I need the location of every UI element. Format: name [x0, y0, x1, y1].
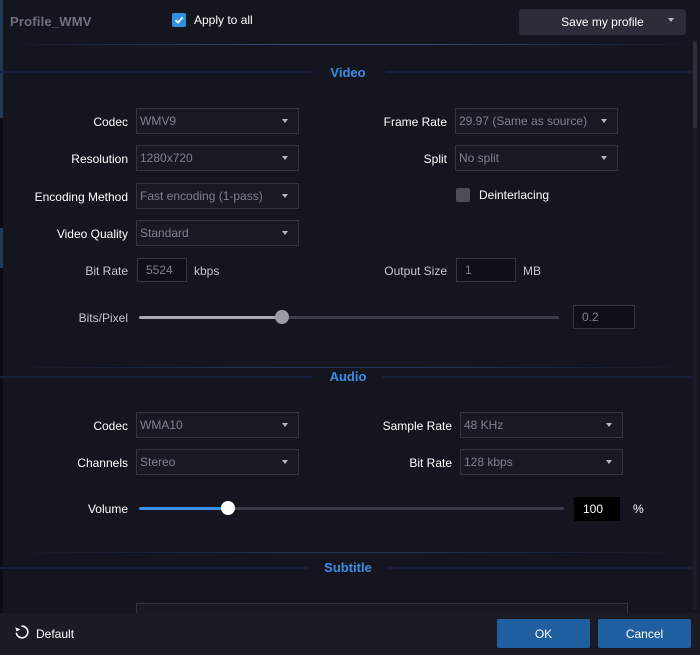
left-edge-accent — [0, 0, 3, 118]
section-bar-left — [0, 376, 312, 378]
section-bar-left — [0, 71, 312, 73]
cancel-button[interactable]: Cancel — [598, 619, 691, 648]
apply-to-all-label: Apply to all — [194, 13, 253, 27]
bits-pixel-input[interactable]: 0.2 — [573, 305, 635, 329]
volume-label: Volume — [87, 502, 128, 516]
chevron-down-icon — [282, 194, 288, 198]
chevron-down-icon — [282, 231, 288, 235]
section-title-audio: Audio — [329, 369, 367, 384]
bits-pixel-value: 0.2 — [582, 310, 599, 324]
volume-slider[interactable] — [139, 501, 564, 515]
split-select[interactable]: No split — [455, 145, 618, 171]
resolution-label: Resolution — [71, 152, 128, 166]
subtitle-select-partial[interactable] — [136, 603, 628, 613]
frame-rate-label: Frame Rate — [383, 115, 447, 129]
volume-value: 100 — [582, 502, 603, 516]
volume-input[interactable]: 100 — [574, 497, 620, 521]
checkbox-unchecked-icon[interactable] — [456, 188, 470, 202]
split-value: No split — [459, 151, 500, 165]
deinterlacing-checkbox[interactable]: Deinterlacing — [456, 188, 549, 202]
video-codec-select[interactable]: WMV9 — [136, 108, 299, 134]
reset-icon — [14, 624, 30, 643]
audio-bit-rate-select[interactable]: 128 kbps — [460, 449, 623, 475]
encoding-method-select[interactable]: Fast encoding (1-pass) — [136, 183, 299, 209]
audio-codec-value: WMA10 — [140, 418, 183, 432]
encoding-method-label: Encoding Method — [34, 190, 128, 204]
chevron-down-icon — [668, 18, 674, 22]
video-quality-value: Standard — [140, 226, 189, 240]
audio-bit-rate-label: Bit Rate — [409, 456, 452, 470]
encoding-method-value: Fast encoding (1-pass) — [140, 189, 263, 203]
left-edge-accent — [0, 228, 3, 268]
save-my-profile-dropdown[interactable]: Save my profile — [519, 9, 686, 35]
resolution-select[interactable]: 1280x720 — [136, 145, 299, 171]
bits-pixel-label: Bits/Pixel — [78, 311, 128, 325]
channels-label: Channels — [77, 456, 128, 470]
checkbox-checked-icon[interactable] — [172, 13, 186, 27]
chevron-down-icon — [601, 156, 607, 160]
section-bar-right — [386, 71, 692, 73]
slider-fill — [139, 507, 228, 510]
output-size-input[interactable]: 1 — [456, 258, 516, 282]
audio-codec-select[interactable]: WMA10 — [136, 412, 299, 438]
channels-select[interactable]: Stereo — [136, 449, 299, 475]
video-bit-rate-unit: kbps — [194, 264, 220, 278]
video-bit-rate-label: Bit Rate — [85, 264, 128, 278]
default-label: Default — [36, 626, 75, 641]
audio-codec-label: Codec — [93, 419, 128, 433]
channels-value: Stereo — [140, 455, 176, 469]
video-quality-label: Video Quality — [56, 227, 128, 241]
chevron-down-icon — [606, 460, 612, 464]
slider-knob[interactable] — [221, 501, 235, 515]
scrollbar[interactable] — [692, 40, 698, 610]
chevron-down-icon — [606, 423, 612, 427]
output-size-value: 1 — [465, 263, 472, 277]
bits-pixel-slider[interactable] — [139, 310, 559, 324]
cancel-label: Cancel — [625, 626, 664, 641]
section-title-subtitle: Subtitle — [324, 560, 372, 575]
sample-rate-select[interactable]: 48 KHz — [460, 412, 623, 438]
split-label: Split — [423, 152, 447, 166]
default-button[interactable]: Default — [14, 624, 74, 643]
frame-rate-value: 29.97 (Same as source) — [459, 114, 588, 128]
video-audio-divider — [0, 367, 700, 368]
frame-rate-select[interactable]: 29.97 (Same as source) — [455, 108, 618, 134]
video-bit-rate-value: 5524 — [146, 263, 173, 277]
chevron-down-icon — [282, 119, 288, 123]
video-codec-value: WMV9 — [140, 114, 176, 128]
audio-subtitle-divider — [0, 552, 700, 553]
save-my-profile-label: Save my profile — [561, 15, 644, 29]
section-bar-right — [382, 376, 692, 378]
chevron-down-icon — [282, 460, 288, 464]
output-size-unit: MB — [523, 264, 541, 278]
left-edge-strip — [0, 0, 3, 655]
chevron-down-icon — [282, 156, 288, 160]
profile-title: Profile_WMV — [10, 14, 92, 29]
slider-fill — [139, 316, 282, 319]
section-bar-left — [0, 567, 308, 569]
audio-bit-rate-value: 128 kbps — [464, 455, 513, 469]
ok-button[interactable]: OK — [497, 619, 590, 648]
chevron-down-icon — [282, 423, 288, 427]
scrollbar-thumb[interactable] — [693, 42, 697, 128]
resolution-value: 1280x720 — [140, 151, 193, 165]
slider-knob[interactable] — [275, 310, 289, 324]
chevron-down-icon — [601, 119, 607, 123]
apply-to-all-checkbox[interactable]: Apply to all — [172, 13, 253, 27]
deinterlacing-label: Deinterlacing — [479, 188, 550, 202]
section-bar-right — [388, 567, 692, 569]
video-bit-rate-input[interactable]: 5524 — [137, 258, 187, 282]
footer-bar — [0, 613, 700, 655]
sample-rate-value: 48 KHz — [464, 418, 504, 432]
sample-rate-label: Sample Rate — [382, 419, 452, 433]
video-codec-label: Codec — [93, 115, 128, 129]
volume-unit: % — [633, 502, 644, 516]
output-size-label: Output Size — [384, 264, 447, 278]
header-divider — [0, 44, 700, 45]
section-title-video: Video — [330, 65, 366, 80]
ok-label: OK — [534, 626, 553, 641]
video-quality-select[interactable]: Standard — [136, 220, 299, 246]
